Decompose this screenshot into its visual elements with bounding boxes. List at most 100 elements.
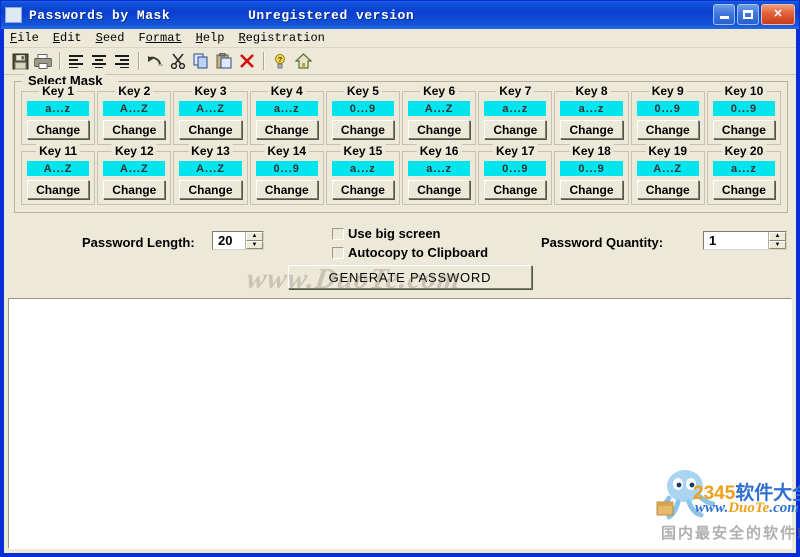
key-label: Key 12 [112, 144, 157, 158]
copy-icon[interactable] [190, 50, 212, 72]
menu-file[interactable]: File [10, 31, 48, 45]
mask-field[interactable]: a...z [713, 161, 775, 176]
mask-field[interactable]: a...z [27, 101, 89, 116]
paste-icon[interactable] [213, 50, 235, 72]
change-button[interactable]: Change [103, 120, 165, 139]
change-button[interactable]: Change [484, 120, 546, 139]
home-icon[interactable] [292, 50, 314, 72]
window-title: Passwords by Mask [29, 8, 170, 23]
menu-edit[interactable]: Edit [53, 31, 91, 45]
key-box-18: Key 18 0...9 Change [554, 151, 628, 205]
maximize-icon [743, 10, 753, 19]
key-label: Key 10 [722, 84, 767, 98]
change-button[interactable]: Change [560, 180, 622, 199]
change-button[interactable]: Change [27, 120, 89, 139]
password-quantity-value: 1 [704, 232, 768, 249]
menu-format[interactable]: Format [138, 31, 190, 45]
key-label: Key 2 [115, 84, 153, 98]
mask-field[interactable]: A...Z [179, 101, 241, 116]
mask-field[interactable]: a...z [408, 161, 470, 176]
change-button[interactable]: Change [484, 180, 546, 199]
mask-field[interactable]: A...Z [103, 101, 165, 116]
save-icon[interactable] [9, 50, 31, 72]
change-button[interactable]: Change [332, 180, 394, 199]
menu-seed[interactable]: Seed [96, 31, 134, 45]
password-quantity-spin-buttons[interactable]: ▲ ▼ [768, 232, 786, 249]
change-button[interactable]: Change [408, 180, 470, 199]
change-button[interactable]: Change [256, 120, 318, 139]
maximize-button[interactable] [737, 4, 759, 25]
spin-down-icon[interactable]: ▼ [769, 241, 786, 250]
password-length-spin-buttons[interactable]: ▲ ▼ [245, 232, 263, 249]
undo-icon[interactable] [144, 50, 166, 72]
use-big-screen-row[interactable]: Use big screen [332, 226, 441, 241]
change-button[interactable]: Change [256, 180, 318, 199]
mask-field[interactable]: 0...9 [713, 101, 775, 116]
generate-password-button[interactable]: GENERATE PASSWORD [288, 265, 532, 289]
change-button[interactable]: Change [332, 120, 394, 139]
change-button[interactable]: Change [560, 120, 622, 139]
mask-field[interactable]: a...z [256, 101, 318, 116]
mask-field[interactable]: A...Z [27, 161, 89, 176]
spin-up-icon[interactable]: ▲ [246, 232, 263, 241]
menu-registration-accel: R [238, 31, 245, 45]
close-button[interactable]: ✕ [761, 4, 795, 25]
client-area: File Edit Seed Format Help Registration [4, 29, 796, 553]
password-quantity-stepper[interactable]: 1 ▲ ▼ [703, 231, 787, 250]
help-icon[interactable]: ? [269, 50, 291, 72]
cut-icon[interactable] [167, 50, 189, 72]
change-button[interactable]: Change [408, 120, 470, 139]
svg-text:?: ? [278, 57, 282, 64]
print-icon[interactable] [32, 50, 54, 72]
menu-registration[interactable]: Registration [238, 31, 333, 45]
change-button[interactable]: Change [637, 180, 699, 199]
change-button[interactable]: Change [103, 180, 165, 199]
autocopy-row[interactable]: Autocopy to Clipboard [332, 245, 488, 260]
mask-field[interactable]: 0...9 [560, 161, 622, 176]
key-label: Key 7 [496, 84, 534, 98]
key-label: Key 1 [39, 84, 77, 98]
password-output-area[interactable] [8, 298, 792, 549]
align-left-icon[interactable] [65, 50, 87, 72]
mask-field[interactable]: 0...9 [256, 161, 318, 176]
use-big-screen-checkbox[interactable] [332, 228, 344, 240]
mask-field[interactable]: a...z [332, 161, 394, 176]
change-button[interactable]: Change [27, 180, 89, 199]
window-controls: ✕ [713, 4, 795, 25]
align-center-icon[interactable] [88, 50, 110, 72]
spin-up-icon[interactable]: ▲ [769, 232, 786, 241]
menu-help[interactable]: Help [196, 31, 234, 45]
toolbar-separator [263, 52, 265, 70]
mask-field[interactable]: 0...9 [484, 161, 546, 176]
key-label: Key 6 [420, 84, 458, 98]
change-button[interactable]: Change [713, 180, 775, 199]
mask-field[interactable]: A...Z [408, 101, 470, 116]
spin-down-icon[interactable]: ▼ [246, 241, 263, 250]
mask-field[interactable]: A...Z [637, 161, 699, 176]
mask-field[interactable]: 0...9 [637, 101, 699, 116]
key-box-14: Key 14 0...9 Change [250, 151, 324, 205]
mask-field[interactable]: 0...9 [332, 101, 394, 116]
key-box-8: Key 8 a...z Change [554, 91, 628, 145]
password-length-stepper[interactable]: 20 ▲ ▼ [212, 231, 264, 250]
change-button[interactable]: Change [179, 120, 241, 139]
key-box-10: Key 10 0...9 Change [707, 91, 781, 145]
menu-edit-label: dit [60, 31, 82, 45]
autocopy-checkbox[interactable] [332, 247, 344, 259]
password-quantity-label: Password Quantity: [541, 235, 663, 250]
mask-field[interactable]: a...z [560, 101, 622, 116]
mask-field[interactable]: A...Z [103, 161, 165, 176]
change-button[interactable]: Change [179, 180, 241, 199]
align-right-icon[interactable] [111, 50, 133, 72]
menu-format-first: F [138, 31, 145, 45]
change-button[interactable]: Change [713, 120, 775, 139]
key-label: Key 20 [722, 144, 767, 158]
key-box-12: Key 12 A...Z Change [97, 151, 171, 205]
application-window: Passwords by Mask Unregistered version ✕… [0, 0, 800, 557]
minimize-button[interactable] [713, 4, 735, 25]
change-button[interactable]: Change [637, 120, 699, 139]
mask-field[interactable]: a...z [484, 101, 546, 116]
mask-field[interactable]: A...Z [179, 161, 241, 176]
delete-icon[interactable] [236, 50, 258, 72]
menu-registration-label: egistration [246, 31, 325, 45]
